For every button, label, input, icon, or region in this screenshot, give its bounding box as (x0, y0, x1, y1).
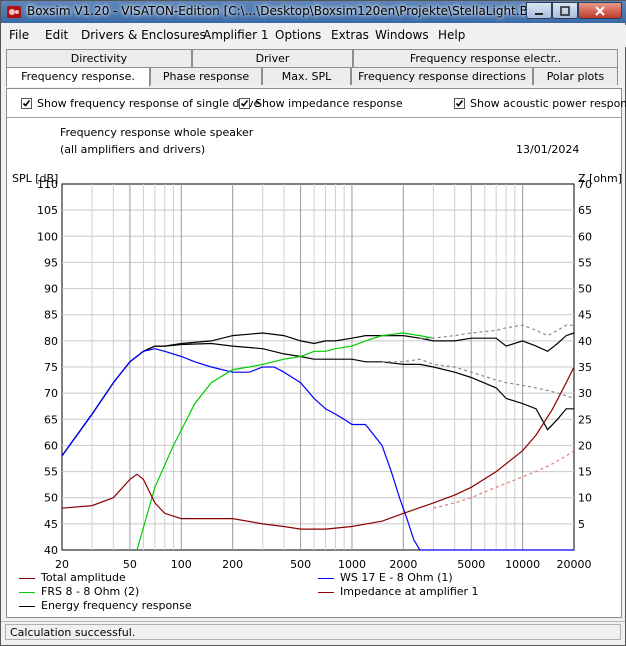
status-text: Calculation successful. (10, 626, 136, 639)
checkbox-impedance-label: Show impedance response (255, 97, 403, 110)
x-tick-label: 2000 (389, 558, 417, 571)
app-window: Boxsim V1.20 - VISATON-Edition [C:\...\D… (0, 0, 626, 646)
tab-frequency-response-electrical[interactable]: Frequency response electr.. (353, 49, 618, 67)
y-tick-label: 85 (44, 309, 58, 322)
tab-directivity[interactable]: Directivity (6, 49, 192, 67)
tab-polar-plots[interactable]: Polar plots (533, 67, 618, 85)
y-tick-label: 55 (44, 466, 58, 479)
x-tick-label: 50 (123, 558, 137, 571)
x-tick-label: 100 (171, 558, 192, 571)
y-tick-label: 105 (37, 204, 58, 217)
y-tick-label: 95 (44, 256, 58, 269)
y2-tick-label: 10 (578, 492, 592, 505)
menu-help[interactable]: Help (438, 28, 465, 42)
divider (7, 117, 621, 118)
checkbox-acoustic-power-box[interactable] (454, 98, 465, 109)
y2-tick-label: 25 (578, 413, 592, 426)
chart-title: Frequency response whole speaker (60, 126, 254, 139)
y2-tick-label: 60 (578, 230, 592, 243)
x-tick-label: 200 (222, 558, 243, 571)
y-tick-label: 40 (44, 544, 58, 557)
tab-frequency-response[interactable]: Frequency response. (6, 67, 150, 87)
status-panel: Calculation successful. (5, 624, 621, 640)
y-tick-label: 75 (44, 361, 58, 374)
x-tick-label: 1000 (338, 558, 366, 571)
minimize-button[interactable] (526, 2, 552, 19)
legend-swatch-frs8 (19, 592, 35, 593)
menu-options[interactable]: Options (275, 28, 321, 42)
checkmark-icon (455, 100, 464, 107)
y-axis-unit: SPL [dB] (12, 172, 58, 185)
frequency-response-chart: 20 50 100 200 500 1000 2000 5000 10000 20000 40 45 5… (12, 172, 621, 571)
y2-tick-label: 55 (578, 256, 592, 269)
legend-ws17e: WS 17 E - 8 Ohm (1) (340, 571, 453, 584)
y2-tick-label: 65 (578, 204, 592, 217)
menu-amplifier[interactable]: Amplifier 1 (203, 28, 269, 42)
y-tick-label: 100 (37, 230, 58, 243)
y2-tick-label: 35 (578, 361, 592, 374)
checkbox-single-drive-box[interactable] (21, 98, 32, 109)
y2-tick-label: 20 (578, 439, 592, 452)
x-tick-label: 5000 (457, 558, 485, 571)
y2-tick-label: 50 (578, 283, 592, 296)
y2-tick-label: 30 (578, 387, 592, 400)
maximize-button[interactable] (552, 2, 578, 19)
tab-driver[interactable]: Driver (192, 49, 353, 67)
checkbox-single-drive-label: Show frequency response of single drive (37, 97, 261, 110)
x-tick-label: 20 (55, 558, 69, 571)
menu-bar: File Edit Drivers & Enclosures Amplifier… (1, 25, 626, 47)
menu-drivers-enclosures[interactable]: Drivers & Enclosures (81, 28, 206, 42)
y-tick-label: 70 (44, 387, 58, 400)
status-bar: Calculation successful. (1, 621, 625, 644)
tab-phase-response[interactable]: Phase response (150, 67, 262, 85)
x-tick-label: 20000 (557, 558, 592, 571)
window-title: Boxsim V1.20 - VISATON-Edition [C:\...\D… (27, 4, 544, 18)
legend-frs8: FRS 8 - 8 Ohm (2) (41, 585, 140, 598)
x-tick-label: 10000 (505, 558, 540, 571)
y2-tick-label: 40 (578, 335, 592, 348)
app-icon (7, 6, 21, 18)
legend-swatch-total-amplitude (19, 578, 35, 579)
legend-impedance: Impedance at amplifier 1 (340, 585, 479, 598)
menu-file[interactable]: File (9, 28, 29, 42)
tab-max-spl[interactable]: Max. SPL (262, 67, 351, 85)
checkmark-icon (22, 100, 31, 107)
legend-swatch-impedance (318, 592, 334, 593)
menu-windows[interactable]: Windows (375, 28, 429, 42)
y-tick-label: 90 (44, 283, 58, 296)
y-tick-label: 45 (44, 518, 58, 531)
frequency-response-panel: Show frequency response of single drive … (6, 88, 626, 618)
legend-swatch-ws17e (318, 578, 334, 579)
y-tick-label: 65 (44, 413, 58, 426)
y-tick-label: 60 (44, 439, 58, 452)
y2-tick-label: 15 (578, 466, 592, 479)
y2-axis-unit: Z [ohm] (578, 172, 621, 185)
checkbox-acoustic-power-label: Show acoustic power response (470, 97, 626, 110)
checkbox-impedance-box[interactable] (239, 98, 250, 109)
x-tick-label: 500 (290, 558, 311, 571)
close-icon (595, 5, 605, 16)
y2-tick-label: 5 (578, 518, 585, 531)
minimize-icon (535, 12, 543, 15)
menu-edit[interactable]: Edit (45, 28, 68, 42)
legend-swatch-energy (19, 606, 35, 607)
y-tick-label: 50 (44, 492, 58, 505)
maximize-icon (560, 5, 570, 16)
title-bar[interactable]: Boxsim V1.20 - VISATON-Edition [C:\...\D… (1, 1, 626, 23)
tab-frequency-response-directions[interactable]: Frequency response directions (351, 67, 533, 85)
y2-tick-label: 45 (578, 309, 592, 322)
menu-extras[interactable]: Extras (331, 28, 369, 42)
legend-total-amplitude: Total amplitude (41, 571, 126, 584)
checkmark-icon (240, 100, 249, 107)
tab-strip: Directivity Driver Frequency response el… (6, 49, 622, 89)
legend-energy: Energy frequency response (41, 599, 192, 612)
y-tick-label: 80 (44, 335, 58, 348)
close-button[interactable] (578, 2, 622, 19)
